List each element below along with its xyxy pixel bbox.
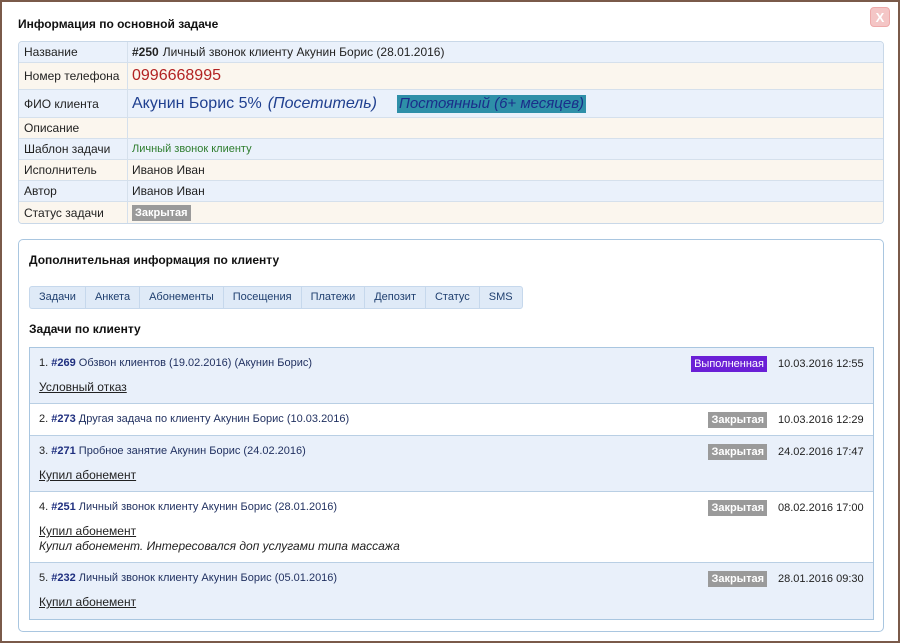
info-label: Номер телефона — [19, 63, 128, 89]
status-badge: Закрытая — [708, 444, 767, 460]
info-row-phone: Номер телефона 0996668995 — [19, 63, 883, 90]
task-result-link[interactable]: Купил абонемент — [39, 468, 864, 483]
info-label: Статус задачи — [19, 202, 128, 223]
info-row-template: Шаблон задачи Личный звонок клиенту — [19, 139, 883, 160]
tab-payments[interactable]: Платежи — [302, 287, 366, 308]
close-button[interactable]: X — [870, 7, 890, 27]
info-label: Шаблон задачи — [19, 139, 128, 159]
status-badge: Закрытая — [132, 204, 191, 221]
task-template-link[interactable]: Личный звонок клиенту — [132, 143, 252, 155]
status-badge: Закрытая — [708, 500, 767, 516]
client-status-badge: Постоянный (6+ месяцев) — [396, 94, 587, 113]
task-item: 5. #232 Личный звонок клиенту Акунин Бор… — [30, 563, 873, 619]
info-label: ФИО клиента — [19, 90, 128, 117]
status-badge: Закрытая — [708, 412, 767, 428]
task-title[interactable]: Другая задача по клиенту Акунин Борис (1… — [79, 413, 349, 425]
task-item: 1. #269 Обзвон клиентов (19.02.2016) (Ак… — [30, 348, 873, 404]
phone-number[interactable]: 0996668995 — [132, 67, 221, 85]
task-title[interactable]: Обзвон клиентов (19.02.2016) (Акунин Бор… — [79, 357, 312, 369]
client-task-list: 1. #269 Обзвон клиентов (19.02.2016) (Ак… — [29, 347, 874, 620]
task-id-link[interactable]: #273 — [51, 413, 75, 425]
task-date: 10.03.2016 12:29 — [778, 414, 864, 426]
author-value: Иванов Иван — [132, 184, 205, 198]
status-badge: Выполненная — [691, 356, 767, 372]
tab-tasks[interactable]: Задачи — [30, 287, 86, 308]
client-name-link[interactable]: Акунин Борис 5% — [132, 95, 262, 113]
task-number: 3. — [39, 445, 49, 457]
task-id-link[interactable]: #251 — [51, 501, 75, 513]
status-badge: Закрытая — [708, 571, 767, 587]
task-result-link[interactable]: Купил абонемент — [39, 524, 864, 539]
task-result-link[interactable]: Купил абонемент — [39, 595, 864, 610]
info-label: Описание — [19, 118, 128, 138]
task-item: 3. #271 Пробное занятие Акунин Борис (24… — [30, 436, 873, 492]
task-id-link[interactable]: #271 — [51, 445, 75, 457]
task-result-link[interactable]: Условный отказ — [39, 380, 864, 395]
task-id-link[interactable]: #269 — [51, 357, 75, 369]
tab-sms[interactable]: SMS — [480, 287, 522, 308]
info-row-status: Статус задачи Закрытая — [19, 202, 883, 223]
task-number: 2. — [39, 413, 49, 425]
task-title[interactable]: Личный звонок клиенту Акунин Борис (05.0… — [79, 572, 337, 584]
task-item: 2. #273 Другая задача по клиенту Акунин … — [30, 404, 873, 436]
info-row-executor: Исполнитель Иванов Иван — [19, 160, 883, 181]
task-title[interactable]: Пробное занятие Акунин Борис (24.02.2016… — [79, 445, 306, 457]
dialog-frame: Информация по основной задаче X Название… — [0, 0, 900, 643]
tasks-heading: Задачи по клиенту — [29, 322, 141, 336]
task-date: 28.01.2016 09:30 — [778, 573, 864, 585]
description-value — [128, 118, 883, 138]
info-row-description: Описание — [19, 118, 883, 139]
info-row-client: ФИО клиента Акунин Борис 5% (Посетитель)… — [19, 90, 883, 118]
client-extra-panel: Дополнительная информация по клиенту Зад… — [18, 239, 884, 632]
client-tabs: Задачи Анкета Абонементы Посещения Плате… — [29, 286, 523, 309]
task-date: 24.02.2016 17:47 — [778, 446, 864, 458]
task-date: 08.02.2016 17:00 — [778, 502, 864, 514]
info-row-name: Название #250 Личный звонок клиенту Акун… — [19, 42, 883, 63]
task-id-link[interactable]: #232 — [51, 572, 75, 584]
task-number: 5. — [39, 572, 49, 584]
client-role: (Посетитель) — [267, 94, 377, 112]
info-row-author: Автор Иванов Иван — [19, 181, 883, 202]
panel-title: Дополнительная информация по клиенту — [29, 253, 280, 267]
task-number: 4. — [39, 501, 49, 513]
dialog-title: Информация по основной задаче — [18, 17, 219, 31]
task-item: 4. #251 Личный звонок клиенту Акунин Бор… — [30, 492, 873, 563]
task-info-table: Название #250 Личный звонок клиенту Акун… — [18, 41, 884, 224]
task-title[interactable]: Личный звонок клиенту Акунин Борис (28.0… — [79, 501, 337, 513]
task-result-note: Купил абонемент. Интересовался доп услуг… — [39, 539, 400, 553]
info-label: Исполнитель — [19, 160, 128, 180]
tab-status[interactable]: Статус — [426, 287, 480, 308]
task-number: 1. — [39, 357, 49, 369]
info-label: Название — [19, 42, 128, 62]
task-name: Личный звонок клиенту Акунин Борис (28.0… — [162, 45, 445, 59]
tab-questionnaire[interactable]: Анкета — [86, 287, 141, 308]
executor-value: Иванов Иван — [132, 163, 205, 177]
tab-visits[interactable]: Посещения — [224, 287, 302, 308]
tab-deposit[interactable]: Депозит — [365, 287, 426, 308]
task-date: 10.03.2016 12:55 — [778, 358, 864, 370]
info-label: Автор — [19, 181, 128, 201]
task-id: #250 — [132, 45, 159, 59]
tab-subscriptions[interactable]: Абонементы — [140, 287, 224, 308]
